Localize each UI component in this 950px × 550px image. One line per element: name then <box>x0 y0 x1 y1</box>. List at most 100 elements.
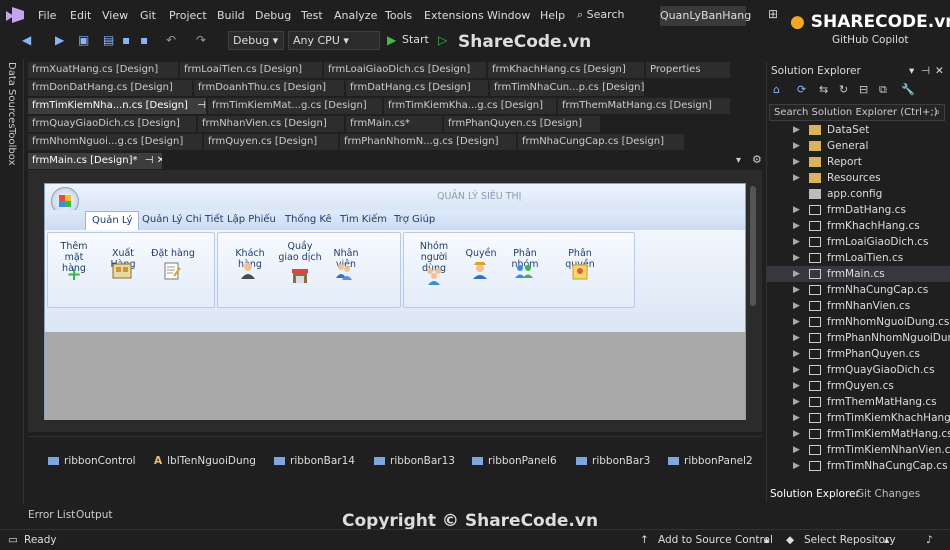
tree-node-form[interactable]: ▶ frmQuyen.cs <box>767 378 950 394</box>
ribbon-tab-tro-giup[interactable]: Trợ Giúp <box>394 214 435 225</box>
assign-group-icon[interactable] <box>514 261 534 281</box>
tab-error-list[interactable]: Error List <box>28 509 75 521</box>
ribbon-tab-quan-ly[interactable]: Quản Lý <box>85 211 140 230</box>
tray-item[interactable]: ribbonBar13 <box>374 455 455 467</box>
toolbox-tab[interactable]: Toolbox <box>6 128 17 166</box>
tree-node-form[interactable]: ▶ frmNhomNguoiDung.cs <box>767 314 950 330</box>
platform-select[interactable]: Any CPU ▾ <box>288 31 380 50</box>
expand-arrow-icon[interactable]: ▶ <box>793 170 800 186</box>
expand-arrow-icon[interactable]: ▶ <box>793 218 800 234</box>
collapse-all-icon[interactable]: ⊟ <box>859 83 868 96</box>
tab-overflow-icon[interactable]: ▾ <box>736 155 741 166</box>
doc-tab[interactable]: frmQuayGiaoDich.cs [Design] <box>28 116 196 132</box>
ribbon-tab-tim-kiem[interactable]: Tìm Kiếm <box>340 214 387 225</box>
tree-node-form[interactable]: ▶ frmLoaiGiaoDich.cs <box>767 234 950 250</box>
menu-analyze[interactable]: Analyze <box>334 9 377 22</box>
doc-tab[interactable]: frmNhaCungCap.cs [Design] <box>518 134 684 150</box>
tree-node-form[interactable]: ▶ frmTimNhaCungCap.cs <box>767 458 950 474</box>
tray-item[interactable]: AlblTenNguoiDung <box>154 455 256 467</box>
doc-tab[interactable]: frmLoaiGiaoDich.cs [Design] <box>324 62 486 78</box>
search-button[interactable]: ⌕ Search <box>577 8 624 22</box>
expand-arrow-icon[interactable]: ▶ <box>793 250 800 266</box>
tree-node-folder[interactable]: ▶ General <box>767 138 950 154</box>
doc-tab[interactable]: frmMain.cs* <box>346 116 442 132</box>
config-select[interactable]: Debug ▾ <box>228 31 284 50</box>
add-to-source-control-button[interactable]: Add to Source Control <box>658 534 773 546</box>
employee-group-icon[interactable] <box>334 261 354 281</box>
expand-arrow-icon[interactable]: ▶ <box>793 298 800 314</box>
expand-arrow-icon[interactable]: ▶ <box>793 426 800 442</box>
doc-tab[interactable]: frmDatHang.cs [Design] <box>346 80 488 96</box>
doc-tab[interactable]: frmDonDatHang.cs [Design] <box>28 80 192 96</box>
forward-icon[interactable]: ▶ <box>55 33 64 47</box>
tray-item[interactable]: ribbonBar14 <box>274 455 355 467</box>
expand-arrow-icon[interactable]: ▶ <box>793 378 800 394</box>
tree-node-folder[interactable]: ▶ Resources <box>767 170 950 186</box>
order-form-icon[interactable] <box>162 261 182 281</box>
assign-permission-icon[interactable] <box>570 261 590 281</box>
menu-git[interactable]: Git <box>140 9 156 22</box>
switch-views-icon[interactable]: ⇆ <box>819 83 828 96</box>
ribbon-tab-quan-ly-chi-tiet[interactable]: Quản Lý Chi Tiết <box>142 214 224 225</box>
save-icon[interactable]: ▪ <box>122 33 130 47</box>
doc-tab[interactable]: frmQuyen.cs [Design] <box>204 134 338 150</box>
export-goods-icon[interactable] <box>112 261 132 281</box>
doc-tab[interactable]: frmNhanVien.cs [Design] <box>198 116 344 132</box>
pin-icon[interactable]: ⊣ <box>921 62 930 80</box>
doc-tab-selected[interactable]: frmMain.cs [Design]* ⊣ ✕ <box>28 153 162 169</box>
doc-tab[interactable]: frmThemMatHang.cs [Design] <box>558 98 730 114</box>
tray-item[interactable]: ribbonPanel6 <box>472 455 557 467</box>
ribbon-tab-lap-phieu[interactable]: Lập Phiếu <box>227 214 276 225</box>
user-group-icon[interactable] <box>424 265 444 285</box>
quyen-label[interactable]: Quyền <box>464 248 498 259</box>
close-icon[interactable]: ✕ <box>157 155 162 166</box>
menu-window[interactable]: Window <box>487 9 530 22</box>
expand-arrow-icon[interactable]: ▶ <box>793 362 800 378</box>
tab-solution-explorer[interactable]: Solution Explorer <box>770 488 860 500</box>
dropdown-icon[interactable]: ▾ <box>909 62 914 80</box>
tab-git-changes[interactable]: Git Changes <box>856 488 920 500</box>
tree-node-file[interactable]: app.config <box>767 186 950 202</box>
tree-node-form[interactable]: ▶ frmNhanVien.cs <box>767 298 950 314</box>
doc-tab[interactable]: frmNhomNguoi...g.cs [Design] <box>28 134 202 150</box>
pin-icon[interactable]: ⊣ <box>197 100 206 111</box>
expand-arrow-icon[interactable]: ▶ <box>793 410 800 426</box>
tray-item[interactable]: ribbonPanel2 <box>668 455 753 467</box>
doc-tab[interactable]: Properties <box>646 62 730 78</box>
expand-arrow-icon[interactable]: ▶ <box>793 346 800 362</box>
menu-extensions[interactable]: Extensions <box>424 9 484 22</box>
menu-file[interactable]: File <box>38 9 56 22</box>
tree-node-folder[interactable]: ▶ DataSet <box>767 122 950 138</box>
pin-icon[interactable]: ⊣ <box>145 155 154 166</box>
notifications-bell-icon[interactable]: ♪ <box>926 534 933 546</box>
start-without-debug-icon[interactable]: ▷ <box>438 33 447 47</box>
start-button[interactable]: Start <box>402 33 429 46</box>
expand-arrow-icon[interactable]: ▶ <box>793 282 800 298</box>
expand-arrow-icon[interactable]: ▶ <box>793 314 800 330</box>
menu-tools[interactable]: Tools <box>385 9 412 22</box>
pin-icon[interactable]: ⊞ <box>768 7 778 21</box>
doc-tab[interactable]: frmTimKiemKha...g.cs [Design] <box>384 98 556 114</box>
quay-giao-dich-label[interactable]: Quầy giao dịch <box>278 241 322 263</box>
menu-build[interactable]: Build <box>217 9 245 22</box>
doc-tab[interactable]: frmKhachHang.cs [Design] <box>488 62 644 78</box>
doc-tab[interactable]: frmLoaiTien.cs [Design] <box>180 62 322 78</box>
expand-arrow-icon[interactable]: ▶ <box>793 202 800 218</box>
doc-tab[interactable]: frmTimNhaCun...p.cs [Design] <box>490 80 644 96</box>
close-icon[interactable]: ✕ <box>935 62 944 80</box>
doc-tab[interactable]: frmTimKiemMat...g.cs [Design] <box>208 98 382 114</box>
tree-node-form[interactable]: ▶ frmThemMatHang.cs <box>767 394 950 410</box>
dat-hang-label[interactable]: Đặt hàng <box>150 248 196 259</box>
expand-arrow-icon[interactable]: ▶ <box>793 330 800 346</box>
add-icon[interactable]: + <box>64 265 84 285</box>
menu-test[interactable]: Test <box>301 9 323 22</box>
data-sources-tab[interactable]: Data Sources <box>6 62 17 129</box>
tree-node-form[interactable]: ▶ frmTimKiemNhanVien.cs <box>767 442 950 458</box>
open-folder-icon[interactable]: ▤ <box>103 33 114 47</box>
doc-tab[interactable]: frmPhanQuyen.cs [Design] <box>444 116 600 132</box>
counter-store-icon[interactable] <box>290 265 310 285</box>
doc-tab[interactable]: frmPhanNhomN...g.cs [Design] <box>340 134 516 150</box>
tree-node-form[interactable]: ▶ frmNhaCungCap.cs <box>767 282 950 298</box>
doc-tab[interactable]: frmDoanhThu.cs [Design] <box>194 80 344 96</box>
show-all-files-icon[interactable]: ⧉ <box>879 83 887 97</box>
